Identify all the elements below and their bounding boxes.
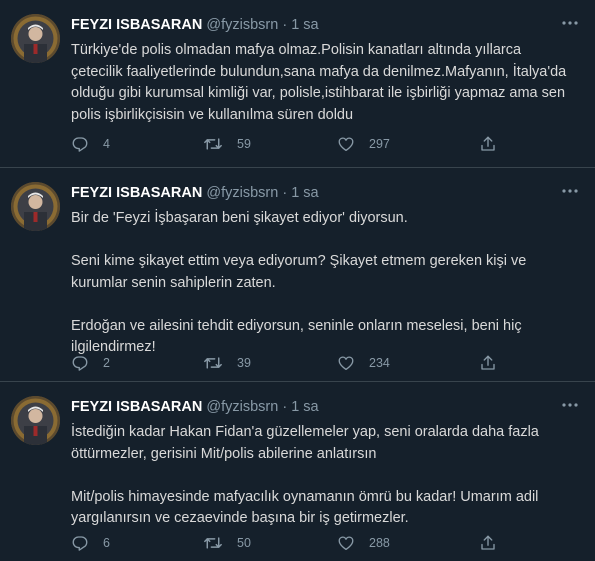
separator: · — [282, 17, 288, 33]
retweet-button[interactable]: 50 — [203, 534, 251, 552]
reply-icon — [72, 536, 88, 551]
author-handle[interactable]: @fyzisbsrn — [206, 17, 278, 33]
share-icon — [481, 355, 495, 370]
tweet-header: FEYZI ISBASARAN @fyzisbsrn · 1 sa — [71, 398, 319, 416]
retweet-count: 39 — [237, 356, 251, 370]
share-button[interactable] — [479, 354, 511, 372]
reply-count: 4 — [103, 137, 110, 151]
heart-icon — [338, 137, 354, 152]
like-count: 288 — [369, 536, 390, 550]
retweet-icon — [204, 537, 222, 549]
retweet-count: 50 — [237, 536, 251, 550]
tweet-paragraph: Türkiye'de polis olmadan mafya olmaz.Pol… — [71, 42, 571, 123]
tweet-actions: 6 50 288 — [71, 534, 591, 554]
heart-icon — [338, 536, 354, 551]
like-button[interactable]: 234 — [337, 354, 390, 372]
reply-button[interactable]: 6 — [71, 534, 110, 552]
more-options-icon[interactable] — [559, 396, 581, 414]
tweet[interactable]: FEYZI ISBASARAN @fyzisbsrn · 1 sa Türkiy… — [0, 0, 595, 168]
reply-icon — [72, 137, 88, 152]
tweet-header: FEYZI ISBASARAN @fyzisbsrn · 1 sa — [71, 184, 319, 202]
retweet-count: 59 — [237, 137, 251, 151]
share-button[interactable] — [479, 534, 511, 552]
retweet-button[interactable]: 59 — [203, 135, 251, 153]
reply-icon — [72, 356, 88, 371]
more-options-icon[interactable] — [559, 14, 581, 32]
reply-button[interactable]: 2 — [71, 354, 110, 372]
share-icon — [481, 535, 495, 550]
timestamp[interactable]: 1 sa — [291, 17, 318, 33]
tweet-paragraph: İstediğin kadar Hakan Fidan'a güzellemel… — [71, 424, 543, 462]
tweet[interactable]: FEYZI ISBASARAN @fyzisbsrn · 1 sa Bir de… — [0, 168, 595, 382]
author-handle[interactable]: @fyzisbsrn — [206, 185, 278, 201]
tweet-header: FEYZI ISBASARAN @fyzisbsrn · 1 sa — [71, 16, 319, 34]
like-count: 297 — [369, 137, 390, 151]
tweet-paragraph: Mit/polis himayesinde mafyacılık oynaman… — [71, 488, 543, 527]
like-button[interactable]: 297 — [337, 135, 390, 153]
timestamp[interactable]: 1 sa — [291, 399, 318, 415]
heart-icon — [338, 356, 354, 371]
tweet-paragraph: Erdoğan ve ailesini tehdit ediyorsun, se… — [71, 317, 526, 356]
more-options-icon[interactable] — [559, 182, 581, 200]
avatar[interactable] — [11, 182, 60, 231]
tweet-paragraph: Bir de 'Feyzi İşbaşaran beni şikayet edi… — [71, 210, 408, 226]
tweet-paragraph: Seni kime şikayet ettim veya ediyorum? Ş… — [71, 253, 531, 291]
retweet-icon — [204, 138, 222, 150]
author-name[interactable]: FEYZI ISBASARAN — [71, 399, 202, 415]
like-count: 234 — [369, 356, 390, 370]
tweet-text: İstediğin kadar Hakan Fidan'a güzellemel… — [71, 422, 576, 530]
author-name[interactable]: FEYZI ISBASARAN — [71, 185, 202, 201]
timestamp[interactable]: 1 sa — [291, 185, 318, 201]
separator: · — [282, 399, 288, 415]
author-handle[interactable]: @fyzisbsrn — [206, 399, 278, 415]
reply-count: 2 — [103, 356, 110, 370]
avatar[interactable] — [11, 14, 60, 63]
reply-button[interactable]: 4 — [71, 135, 110, 153]
author-name[interactable]: FEYZI ISBASARAN — [71, 17, 202, 33]
retweet-icon — [204, 357, 222, 369]
separator: · — [282, 185, 288, 201]
share-button[interactable] — [479, 135, 511, 153]
tweet-text: Türkiye'de polis olmadan mafya olmaz.Pol… — [71, 40, 576, 126]
reply-count: 6 — [103, 536, 110, 550]
tweet-actions: 4 59 297 — [71, 135, 591, 155]
avatar[interactable] — [11, 396, 60, 445]
tweet-actions: 2 39 234 — [71, 354, 591, 374]
retweet-button[interactable]: 39 — [203, 354, 251, 372]
tweet[interactable]: FEYZI ISBASARAN @fyzisbsrn · 1 sa İstedi… — [0, 382, 595, 561]
like-button[interactable]: 288 — [337, 534, 390, 552]
tweet-text: Bir de 'Feyzi İşbaşaran beni şikayet edi… — [71, 208, 576, 359]
share-icon — [481, 136, 495, 151]
